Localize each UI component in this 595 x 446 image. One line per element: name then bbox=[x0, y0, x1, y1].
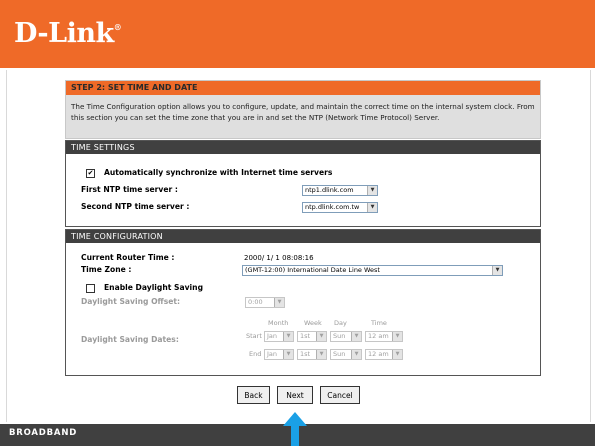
back-button[interactable]: Back bbox=[237, 386, 270, 404]
second-ntp-select[interactable]: ntp.dlink.com.tw ▼ bbox=[302, 202, 378, 213]
col-week: Week bbox=[304, 319, 322, 327]
chevron-down-icon: ▼ bbox=[351, 332, 361, 341]
dst-offset-label: Daylight Saving Offset: bbox=[81, 297, 181, 306]
first-ntp-select[interactable]: ntp1.dlink.com ▼ bbox=[302, 185, 378, 196]
chevron-down-icon: ▼ bbox=[392, 332, 402, 341]
col-time: Time bbox=[371, 319, 387, 327]
time-settings-panel: TIME SETTINGS ✔ Automatically synchroniz… bbox=[65, 140, 541, 227]
auto-sync-checkbox[interactable]: ✔ bbox=[86, 169, 95, 178]
col-day: Day bbox=[334, 319, 347, 327]
time-settings-header: TIME SETTINGS bbox=[66, 141, 540, 154]
chevron-down-icon: ▼ bbox=[492, 266, 502, 275]
chevron-down-icon: ▼ bbox=[283, 332, 293, 341]
chevron-down-icon: ▼ bbox=[367, 186, 377, 195]
second-ntp-label: Second NTP time server : bbox=[81, 202, 190, 211]
enable-dst-checkbox[interactable] bbox=[86, 284, 95, 293]
cancel-button[interactable]: Cancel bbox=[320, 386, 360, 404]
router-time-label: Current Router Time : bbox=[81, 253, 175, 262]
step-description: The Time Configuration option allows you… bbox=[71, 102, 535, 122]
arrow-up-icon bbox=[283, 412, 307, 446]
chevron-down-icon: ▼ bbox=[316, 332, 326, 341]
auto-sync-label: Automatically synchronize with Internet … bbox=[104, 168, 333, 177]
end-day-select[interactable]: Sun ▼ bbox=[330, 349, 362, 360]
start-label: Start bbox=[246, 332, 262, 340]
start-month-select[interactable]: Jan ▼ bbox=[264, 331, 294, 342]
dst-offset-select[interactable]: 0:00 ▼ bbox=[245, 297, 285, 308]
start-week-select[interactable]: 1st ▼ bbox=[297, 331, 327, 342]
step-title: STEP 2: SET TIME AND DATE bbox=[66, 81, 540, 95]
router-time-value: 2000/ 1/ 1 08:08:16 bbox=[244, 254, 314, 262]
time-zone-label: Time Zone : bbox=[81, 265, 132, 274]
end-month-select[interactable]: Jan ▼ bbox=[264, 349, 294, 360]
start-time-select[interactable]: 12 am ▼ bbox=[365, 331, 403, 342]
chevron-down-icon: ▼ bbox=[367, 203, 377, 212]
end-label: End bbox=[249, 350, 262, 358]
end-time-select[interactable]: 12 am ▼ bbox=[365, 349, 403, 360]
enable-dst-label: Enable Daylight Saving bbox=[104, 283, 204, 292]
step-info-box: STEP 2: SET TIME AND DATE The Time Confi… bbox=[65, 80, 541, 139]
dst-dates-label: Daylight Saving Dates: bbox=[81, 335, 179, 344]
end-week-select[interactable]: 1st ▼ bbox=[297, 349, 327, 360]
time-zone-select[interactable]: (GMT-12:00) International Date Line West… bbox=[242, 265, 503, 276]
chevron-down-icon: ▼ bbox=[351, 350, 361, 359]
dlink-logo: D-Link® bbox=[14, 18, 122, 49]
time-config-header: TIME CONFIGURATION bbox=[66, 230, 540, 243]
col-month: Month bbox=[268, 319, 289, 327]
next-button[interactable]: Next bbox=[277, 386, 313, 404]
chevron-down-icon: ▼ bbox=[283, 350, 293, 359]
start-day-select[interactable]: Sun ▼ bbox=[330, 331, 362, 342]
chevron-down-icon: ▼ bbox=[316, 350, 326, 359]
chevron-down-icon: ▼ bbox=[274, 298, 284, 307]
chevron-down-icon: ▼ bbox=[392, 350, 402, 359]
footer-broadband-label: BROADBAND bbox=[9, 428, 78, 438]
first-ntp-label: First NTP time server : bbox=[81, 185, 178, 194]
time-configuration-panel: TIME CONFIGURATION Current Router Time :… bbox=[65, 229, 541, 376]
header-bar: D-Link® bbox=[0, 0, 595, 68]
